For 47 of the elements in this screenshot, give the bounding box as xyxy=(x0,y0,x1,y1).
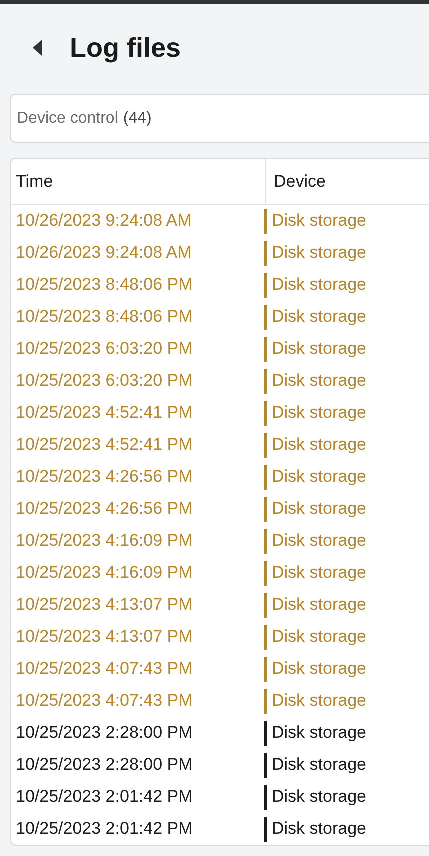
time-cell-text: 10/25/2023 2:28:00 PM xyxy=(15,754,194,776)
page-title: Log files xyxy=(70,32,182,65)
time-cell-text: 10/25/2023 4:52:41 PM xyxy=(15,402,194,424)
time-cell-text: 10/25/2023 2:28:00 PM xyxy=(15,722,194,744)
time-cell-text: 10/25/2023 4:07:43 PM xyxy=(15,690,194,712)
device-cell-text: Disk storage xyxy=(271,242,366,264)
time-cell-text: 10/25/2023 4:07:43 PM xyxy=(15,658,194,680)
device-cell-text: Disk storage xyxy=(271,818,366,840)
device-cell-text: Disk storage xyxy=(271,562,366,584)
device-cell-text: Disk storage xyxy=(271,722,366,744)
time-cell-text: 10/26/2023 9:24:08 AM xyxy=(15,210,193,232)
time-cell-text: 10/25/2023 4:13:07 PM xyxy=(15,594,194,616)
time-cell-text: 10/25/2023 8:48:06 PM xyxy=(15,274,194,296)
time-cell-text: 10/25/2023 6:03:20 PM xyxy=(15,370,194,392)
device-cell-text: Disk storage xyxy=(271,434,366,456)
time-cell-text: 10/25/2023 2:01:42 PM xyxy=(15,786,194,808)
time-cell-text: 10/25/2023 4:16:09 PM xyxy=(15,562,194,584)
filter-field[interactable]: Device control (44) xyxy=(10,94,429,143)
time-cell-text: 10/25/2023 6:03:20 PM xyxy=(15,338,194,360)
device-cell-text: Disk storage xyxy=(271,754,366,776)
filter-count: (44) xyxy=(123,108,152,128)
device-cell-text: Disk storage xyxy=(271,786,366,808)
time-cell-text: 10/26/2023 9:24:08 AM xyxy=(15,242,193,264)
device-cell-text: Disk storage xyxy=(271,594,366,616)
filter-label: Device control xyxy=(17,108,118,128)
device-cell-text: Disk storage xyxy=(271,498,366,520)
device-cell-text: Disk storage xyxy=(271,626,366,648)
device-cell-text: Disk storage xyxy=(271,210,366,232)
device-cell-text: Disk storage xyxy=(271,370,366,392)
device-cell-text: Disk storage xyxy=(271,658,366,680)
column-header[interactable]: Device xyxy=(274,168,326,194)
device-cell-text: Disk storage xyxy=(271,402,366,424)
back-arrow-icon xyxy=(32,40,42,56)
device-cell-text: Disk storage xyxy=(271,466,366,488)
time-cell-text: 10/25/2023 4:52:41 PM xyxy=(15,434,194,456)
time-cell-text: 10/25/2023 4:16:09 PM xyxy=(15,530,194,552)
device-cell-text: Disk storage xyxy=(271,338,366,360)
time-cell-text: 10/25/2023 8:48:06 PM xyxy=(15,306,194,328)
column-header[interactable]: Time xyxy=(16,168,54,194)
time-cell-text: 10/25/2023 4:13:07 PM xyxy=(15,626,194,648)
time-cell-text: 10/25/2023 4:26:56 PM xyxy=(15,466,194,488)
device-cell-text: Disk storage xyxy=(271,306,366,328)
time-cell-text: 10/25/2023 2:01:42 PM xyxy=(15,818,194,840)
device-cell-text: Disk storage xyxy=(271,530,366,552)
device-cell-text: Disk storage xyxy=(271,690,366,712)
time-cell-text: 10/25/2023 4:26:56 PM xyxy=(15,498,194,520)
device-cell-text: Disk storage xyxy=(271,274,366,296)
